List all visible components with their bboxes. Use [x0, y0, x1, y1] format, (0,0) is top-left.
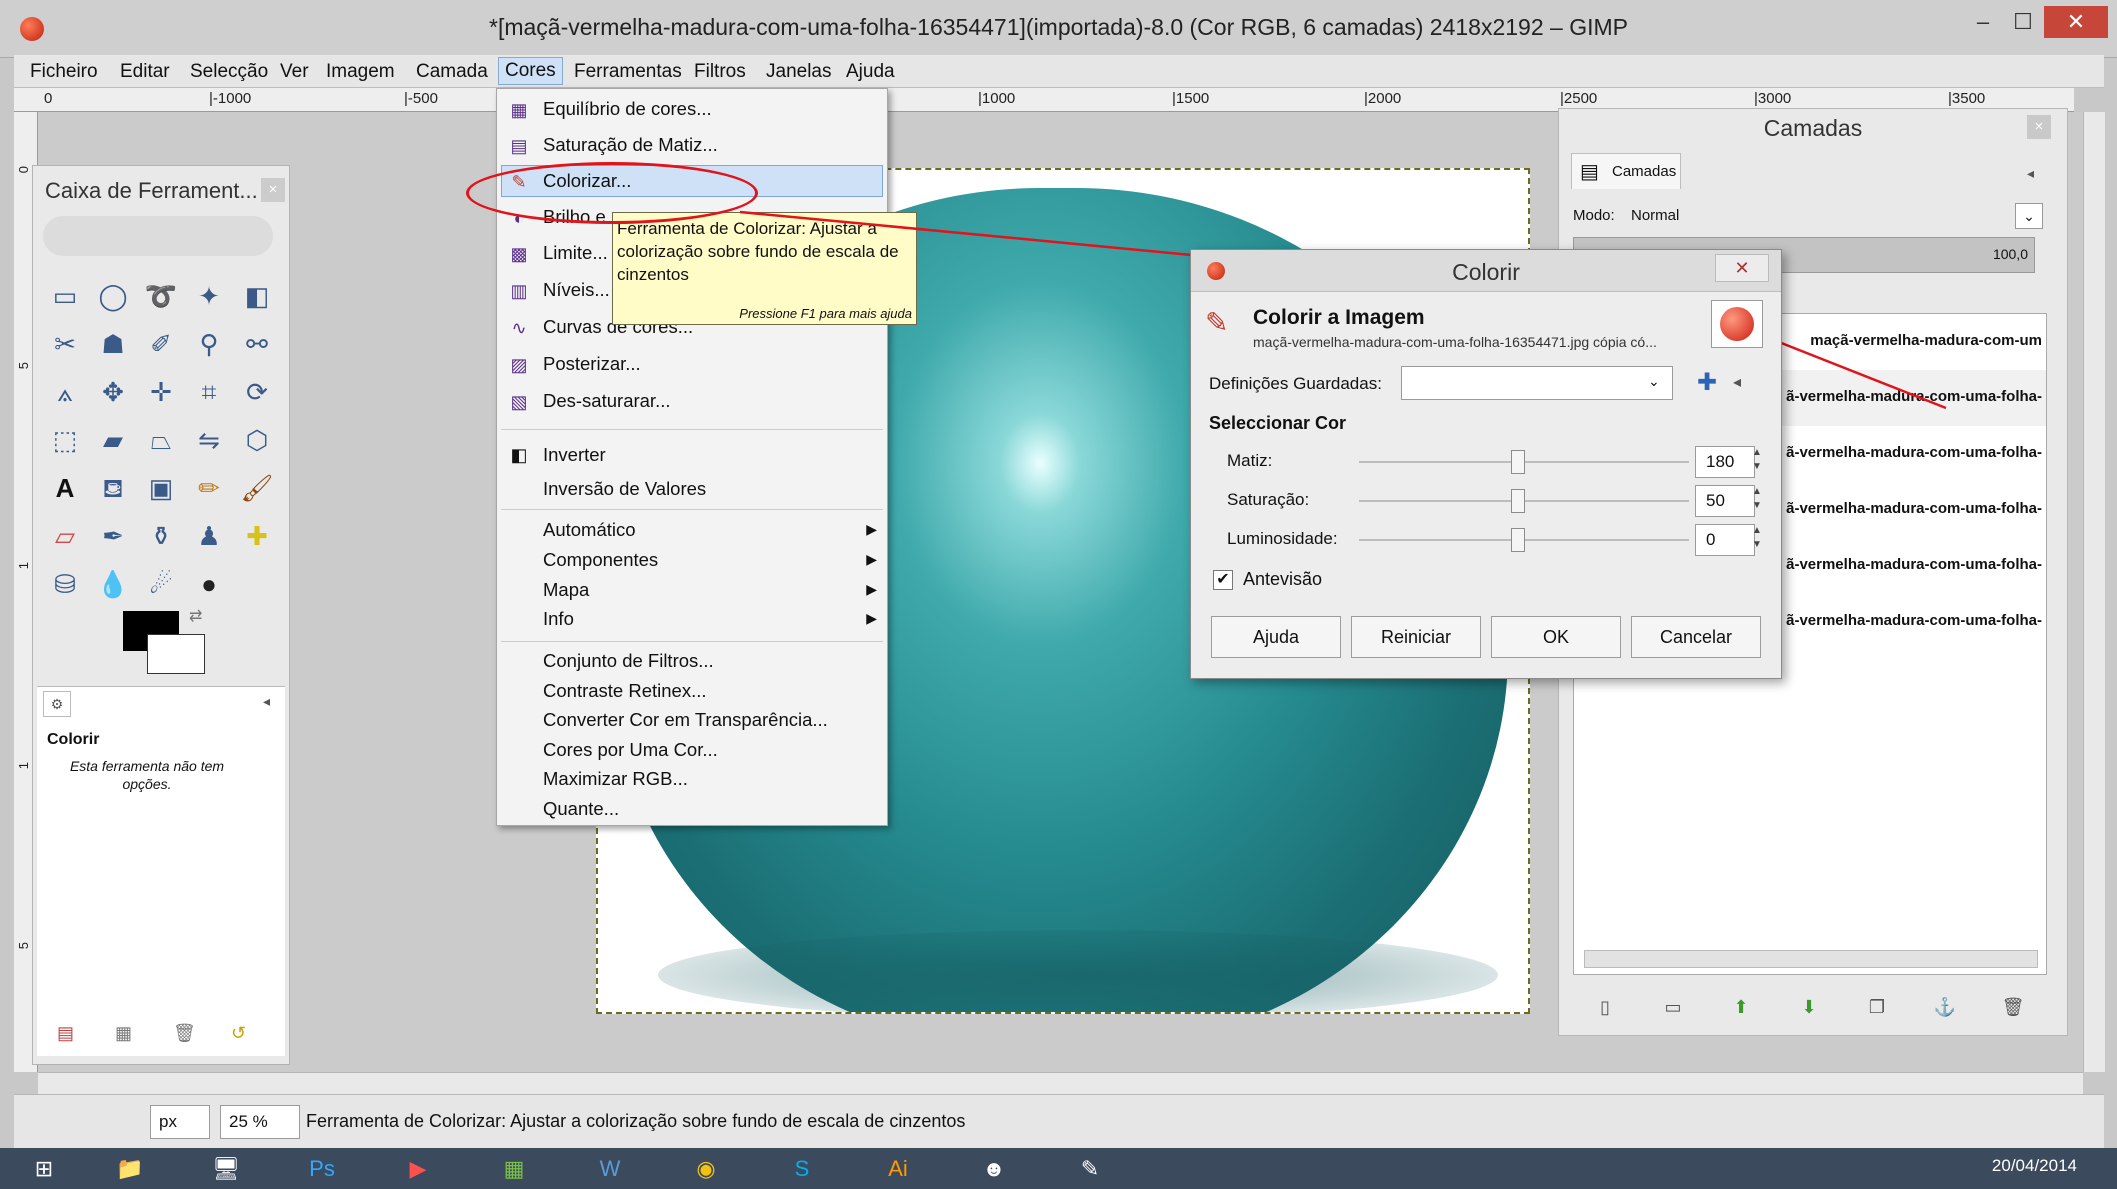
lightness-slider-thumb[interactable]	[1511, 528, 1525, 552]
spin-arrows-icon[interactable]: ▲ ▼	[1749, 485, 1765, 515]
preview-label[interactable]: Antevisão	[1243, 569, 1322, 590]
hue-label: Matiz:	[1227, 451, 1273, 470]
lightness-label: Luminosidade:	[1227, 529, 1338, 548]
photoshop-icon[interactable]: Ps	[282, 1150, 362, 1188]
spin-arrows-icon[interactable]: ▲ ▼	[1749, 524, 1765, 554]
spin-arrows-icon[interactable]: ▲ ▼	[1749, 446, 1765, 476]
dialog-heading: Colorir a Imagem	[1253, 306, 1425, 329]
colorize-dialog: Colorir ✕ ✎ Colorir a Imagem maçã-vermel…	[1190, 249, 1782, 679]
presets-combo[interactable]: ⌄	[1401, 366, 1673, 400]
hue-slider-thumb[interactable]	[1511, 450, 1525, 474]
chrome-icon[interactable]: ◉	[666, 1150, 746, 1188]
app-icon[interactable]: ▦	[474, 1150, 554, 1188]
cancel-button[interactable]: Cancelar	[1631, 616, 1761, 658]
statusbar: px 25 % Ferramenta de Colorizar: Ajustar…	[14, 1094, 2104, 1148]
gimp-icon[interactable]: ☻	[954, 1150, 1034, 1188]
saturation-spinbox[interactable]: 50	[1695, 485, 1755, 517]
image-thumbnail	[1711, 300, 1763, 348]
taskbar: ⊞ 📁 🖥 Ps ▶ ▦ W ◉ S Ai ☻ ✎ 20/04/2014	[0, 1148, 2117, 1189]
add-preset-icon[interactable]: ✚	[1697, 368, 1717, 397]
skype-icon[interactable]: S	[762, 1150, 842, 1188]
paint-icon[interactable]: ✎	[1050, 1150, 1130, 1188]
media-player-icon[interactable]: ▶	[378, 1150, 458, 1188]
computer-icon[interactable]: 🖥	[186, 1150, 266, 1188]
section-heading: Seleccionar Cor	[1209, 413, 1347, 433]
dialog-titlebar: Colorir ✕	[1191, 250, 1781, 292]
dialog-close-button[interactable]: ✕	[1715, 254, 1769, 282]
apple-thumbnail	[1720, 307, 1754, 341]
annotation-lines	[739, 210, 1947, 410]
explorer-icon[interactable]: 📁	[90, 1150, 170, 1188]
dialog-subtitle: maçã-vermelha-madura-com-uma-folha-16354…	[1253, 334, 1657, 350]
help-button[interactable]: Ajuda	[1211, 616, 1341, 658]
preview-checkbox[interactable]: ✔	[1213, 570, 1233, 590]
word-icon[interactable]: W	[570, 1150, 650, 1188]
zoom-select[interactable]: 25 %	[220, 1105, 300, 1139]
clock-date: 20/04/2014	[1991, 1156, 2077, 1175]
presets-label: Definições Guardadas:	[1209, 374, 1382, 393]
saturation-slider-thumb[interactable]	[1511, 489, 1525, 513]
start-icon[interactable]: ⊞	[4, 1150, 84, 1188]
status-message: Ferramenta de Colorizar: Ajustar a color…	[306, 1111, 966, 1131]
unit-select[interactable]: px	[150, 1105, 210, 1139]
illustrator-icon[interactable]: Ai	[858, 1150, 938, 1188]
lightness-spinbox[interactable]: 0	[1695, 524, 1755, 556]
hue-spinbox[interactable]: 180	[1695, 446, 1755, 478]
dialog-title: Colorir	[1452, 259, 1520, 285]
presets-menu-icon[interactable]: ◂	[1733, 372, 1741, 392]
chevron-down-icon: ⌄	[1648, 373, 1660, 389]
ok-button[interactable]: OK	[1491, 616, 1621, 658]
colorize-icon: ✎	[1205, 307, 1229, 338]
saturation-label: Saturação:	[1227, 490, 1310, 509]
reset-button[interactable]: Reiniciar	[1351, 616, 1481, 658]
